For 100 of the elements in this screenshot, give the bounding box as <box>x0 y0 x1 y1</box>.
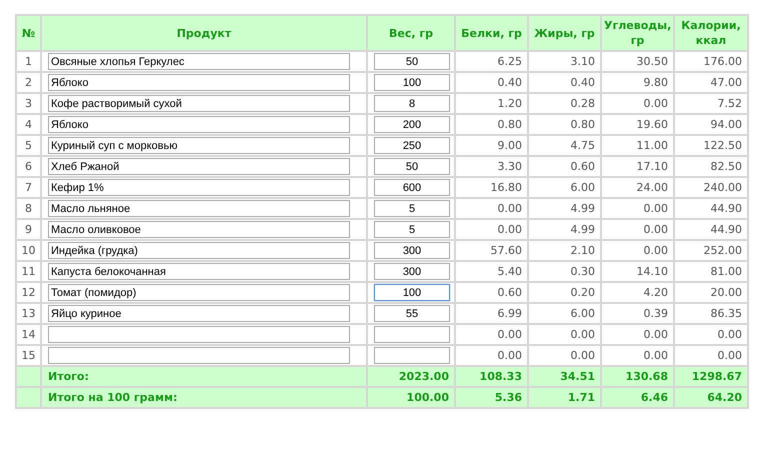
product-field[interactable]: Капуста белокочанная <box>48 263 350 280</box>
table-cell: 4.75 <box>528 135 601 156</box>
weight-field[interactable] <box>374 326 450 343</box>
table-cell: 16.80 <box>455 177 528 198</box>
row-number: 14 <box>16 324 41 345</box>
product-field[interactable] <box>48 326 350 343</box>
table-cell: 2.10 <box>528 240 601 261</box>
table-cell: 57.60 <box>455 240 528 261</box>
product-field[interactable]: Куриный суп с морковью <box>48 137 350 154</box>
row-number: 4 <box>16 114 41 135</box>
table-cell: 19.60 <box>601 114 674 135</box>
weight-field[interactable]: 50 <box>374 53 450 70</box>
column-header: Калории, ккал <box>674 15 748 51</box>
total-cell: 130.68 <box>601 366 674 387</box>
table-cell: 0.30 <box>528 261 601 282</box>
product-field[interactable]: Хлеб Ржаной <box>48 158 350 175</box>
row-number: 6 <box>16 156 41 177</box>
table-cell: 9.00 <box>455 135 528 156</box>
table-cell: 0.00 <box>601 219 674 240</box>
table-cell: 122.50 <box>674 135 748 156</box>
weight-field[interactable]: 200 <box>374 116 450 133</box>
table-cell: 0.40 <box>528 72 601 93</box>
weight-field[interactable]: 100 <box>374 74 450 91</box>
weight-field[interactable]: 300 <box>374 263 450 280</box>
table-cell: 4.20 <box>601 282 674 303</box>
table-cell: 11.00 <box>601 135 674 156</box>
table-cell: 9.80 <box>601 72 674 93</box>
table-cell: 0.00 <box>455 198 528 219</box>
product-field[interactable]: Томат (помидор) <box>48 284 350 301</box>
column-header: Вес, гр <box>367 15 455 51</box>
weight-field[interactable]: 300 <box>374 242 450 259</box>
table-cell: 0.00 <box>601 240 674 261</box>
product-field[interactable]: Яйцо куриное <box>48 305 350 322</box>
table-cell: 20.00 <box>674 282 748 303</box>
total-cell: 34.51 <box>528 366 601 387</box>
table-cell: 0.39 <box>601 303 674 324</box>
table-cell: 6.00 <box>528 177 601 198</box>
table-cell: 6.25 <box>455 51 528 72</box>
weight-field[interactable]: 250 <box>374 137 450 154</box>
table-cell: 4.99 <box>528 198 601 219</box>
table-cell: 86.35 <box>674 303 748 324</box>
table-cell: 0.00 <box>601 324 674 345</box>
product-field[interactable]: Яблоко <box>48 116 350 133</box>
table-cell: 81.00 <box>674 261 748 282</box>
product-field[interactable]: Яблоко <box>48 74 350 91</box>
row-number: 3 <box>16 93 41 114</box>
table-cell: 240.00 <box>674 177 748 198</box>
row-number: 8 <box>16 198 41 219</box>
product-field[interactable]: Индейка (грудка) <box>48 242 350 259</box>
product-field[interactable]: Кофе растворимый сухой <box>48 95 350 112</box>
total-cell: 2023.00 <box>367 366 455 387</box>
column-header: № <box>16 15 41 51</box>
total-cell: 100.00 <box>367 387 455 408</box>
column-header: Углеводы, гр <box>601 15 674 51</box>
table-cell: 0.40 <box>455 72 528 93</box>
weight-field[interactable]: 100 <box>374 284 450 301</box>
table-cell: 0.80 <box>528 114 601 135</box>
product-field[interactable]: Масло оливковое <box>48 221 350 238</box>
table-cell: 4.99 <box>528 219 601 240</box>
table-cell: 0.00 <box>601 198 674 219</box>
table-cell: 176.00 <box>674 51 748 72</box>
table-cell: 44.90 <box>674 198 748 219</box>
table-cell: 24.00 <box>601 177 674 198</box>
total-cell: 6.46 <box>601 387 674 408</box>
weight-field[interactable]: 55 <box>374 305 450 322</box>
table-cell: 0.00 <box>528 324 601 345</box>
row-number: 7 <box>16 177 41 198</box>
total-label: Итого на 100 грамм: <box>41 387 367 408</box>
row-number: 5 <box>16 135 41 156</box>
product-field[interactable]: Кефир 1% <box>48 179 350 196</box>
row-number: 10 <box>16 240 41 261</box>
table-cell: 6.99 <box>455 303 528 324</box>
table-cell: 44.90 <box>674 219 748 240</box>
table-cell: 14.10 <box>601 261 674 282</box>
table-cell: 94.00 <box>674 114 748 135</box>
table-cell: 0.00 <box>674 324 748 345</box>
weight-field[interactable] <box>374 347 450 364</box>
table-cell: 5.40 <box>455 261 528 282</box>
product-field[interactable]: Овсяные хлопья Геркулес <box>48 53 350 70</box>
table-cell: 0.80 <box>455 114 528 135</box>
weight-field[interactable]: 50 <box>374 158 450 175</box>
total-label: Итого: <box>41 366 367 387</box>
table-cell: 6.00 <box>528 303 601 324</box>
product-field[interactable] <box>48 347 350 364</box>
total-cell: 1.71 <box>528 387 601 408</box>
total-cell: 5.36 <box>455 387 528 408</box>
weight-field[interactable]: 5 <box>374 221 450 238</box>
table-cell: 7.52 <box>674 93 748 114</box>
table-cell: 252.00 <box>674 240 748 261</box>
weight-field[interactable]: 8 <box>374 95 450 112</box>
table-cell: 0.00 <box>601 93 674 114</box>
product-field[interactable]: Масло льняное <box>48 200 350 217</box>
weight-field[interactable]: 600 <box>374 179 450 196</box>
weight-field[interactable]: 5 <box>374 200 450 217</box>
table-cell: 0.28 <box>528 93 601 114</box>
column-header: Продукт <box>41 15 367 51</box>
table-cell: 17.10 <box>601 156 674 177</box>
row-number: 13 <box>16 303 41 324</box>
table-cell: 3.30 <box>455 156 528 177</box>
row-number: 9 <box>16 219 41 240</box>
